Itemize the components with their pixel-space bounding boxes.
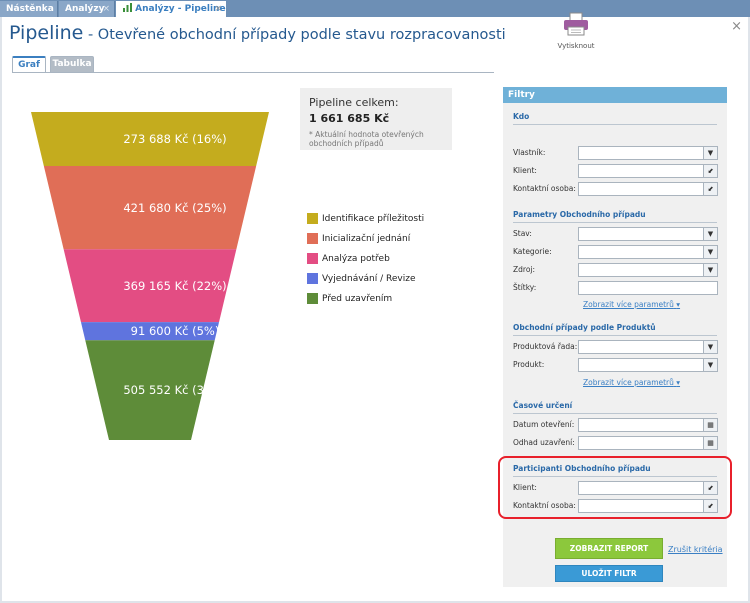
save-filter-button[interactable]: ULOŽIT FILTR <box>555 565 663 582</box>
legend-item: Před uzavřením <box>307 293 424 313</box>
chevron-down-icon[interactable]: ▼ <box>703 359 717 371</box>
category-select[interactable]: ▼ <box>578 245 718 259</box>
field-label: Datum otevření: <box>513 420 575 429</box>
legend-swatch <box>307 213 318 224</box>
highlight-box <box>498 456 732 519</box>
product-select[interactable]: ▼ <box>578 358 718 372</box>
filters-header: Filtry <box>503 87 727 103</box>
tags-input[interactable] <box>578 281 718 295</box>
chart-legend: Identifikace příležitosti Inicializační … <box>307 213 424 313</box>
contact-lookup[interactable]: ⬋ <box>578 182 718 196</box>
section-parametry: Parametry Obchodního případu <box>513 210 717 223</box>
print-button[interactable]: Vytisknout <box>556 12 596 50</box>
legend-item: Analýza potřeb <box>307 253 424 273</box>
close-window-icon[interactable]: × <box>731 19 742 34</box>
chevron-down-icon: ▾ <box>676 378 681 387</box>
chevron-down-icon[interactable]: ▼ <box>703 341 717 353</box>
field-label: Kontaktní osoba: <box>513 184 576 193</box>
funnel-segment-label: 369 165 Kč (22%) <box>123 278 227 293</box>
section-casove-urceni: Časové určení <box>513 401 717 414</box>
show-more-parameters-link[interactable]: Zobrazit více parametrů ▾ <box>583 378 680 387</box>
section-kdo: Kdo <box>513 112 717 125</box>
product-line-select[interactable]: ▼ <box>578 340 718 354</box>
legend-item: Inicializační jednání <box>307 233 424 253</box>
client-lookup[interactable]: ⬋ <box>578 164 718 178</box>
funnel-segment-label: 91 600 Kč (5%) <box>130 324 220 339</box>
reset-criteria-link[interactable]: Zrušit kritéria <box>668 545 723 554</box>
show-more-parameters-link[interactable]: Zobrazit více parametrů ▾ <box>583 300 680 309</box>
show-report-button[interactable]: ZOBRAZIT REPORT <box>555 538 663 559</box>
field-label: Štítky: <box>513 283 537 292</box>
owner-select[interactable]: ▼ <box>578 146 718 160</box>
funnel-segment-label: 505 552 Kč (30%) <box>123 383 227 398</box>
field-label: Vlastník: <box>513 148 546 157</box>
source-select[interactable]: ▼ <box>578 263 718 277</box>
lookup-icon[interactable]: ⬋ <box>703 183 717 195</box>
lookup-icon[interactable]: ⬋ <box>703 165 717 177</box>
open-date-input[interactable]: ▦ <box>578 418 718 432</box>
legend-item: Vyjednávání / Revize <box>307 273 424 293</box>
legend-swatch <box>307 253 318 264</box>
field-label: Stav: <box>513 229 532 238</box>
field-label: Produkt: <box>513 360 545 369</box>
close-estimate-input[interactable]: ▦ <box>578 436 718 450</box>
field-label: Odhad uzavření: <box>513 438 575 447</box>
field-label: Zdroj: <box>513 265 536 274</box>
state-select[interactable]: ▼ <box>578 227 718 241</box>
legend-swatch <box>307 293 318 304</box>
field-label: Produktová řada: <box>513 342 578 351</box>
chevron-down-icon[interactable]: ▼ <box>703 147 717 159</box>
funnel-segment-label: 421 680 Kč (25%) <box>123 200 227 215</box>
field-label: Klient: <box>513 166 537 175</box>
section-produkty: Obchodní případy podle Produktů <box>513 323 717 336</box>
chevron-down-icon: ▾ <box>676 300 681 309</box>
calendar-icon[interactable]: ▦ <box>703 419 717 431</box>
chevron-down-icon[interactable]: ▼ <box>703 228 717 240</box>
calendar-icon[interactable]: ▦ <box>703 437 717 449</box>
chevron-down-icon[interactable]: ▼ <box>703 246 717 258</box>
chevron-down-icon[interactable]: ▼ <box>703 264 717 276</box>
legend-swatch <box>307 233 318 244</box>
printer-icon <box>564 12 588 36</box>
field-label: Kategorie: <box>513 247 552 256</box>
legend-item: Identifikace příležitosti <box>307 213 424 233</box>
pipeline-summary: Pipeline celkem: 1 661 685 Kč * Aktuální… <box>300 88 452 150</box>
legend-swatch <box>307 273 318 284</box>
funnel-segment-label: 273 688 Kč (16%) <box>123 132 227 146</box>
